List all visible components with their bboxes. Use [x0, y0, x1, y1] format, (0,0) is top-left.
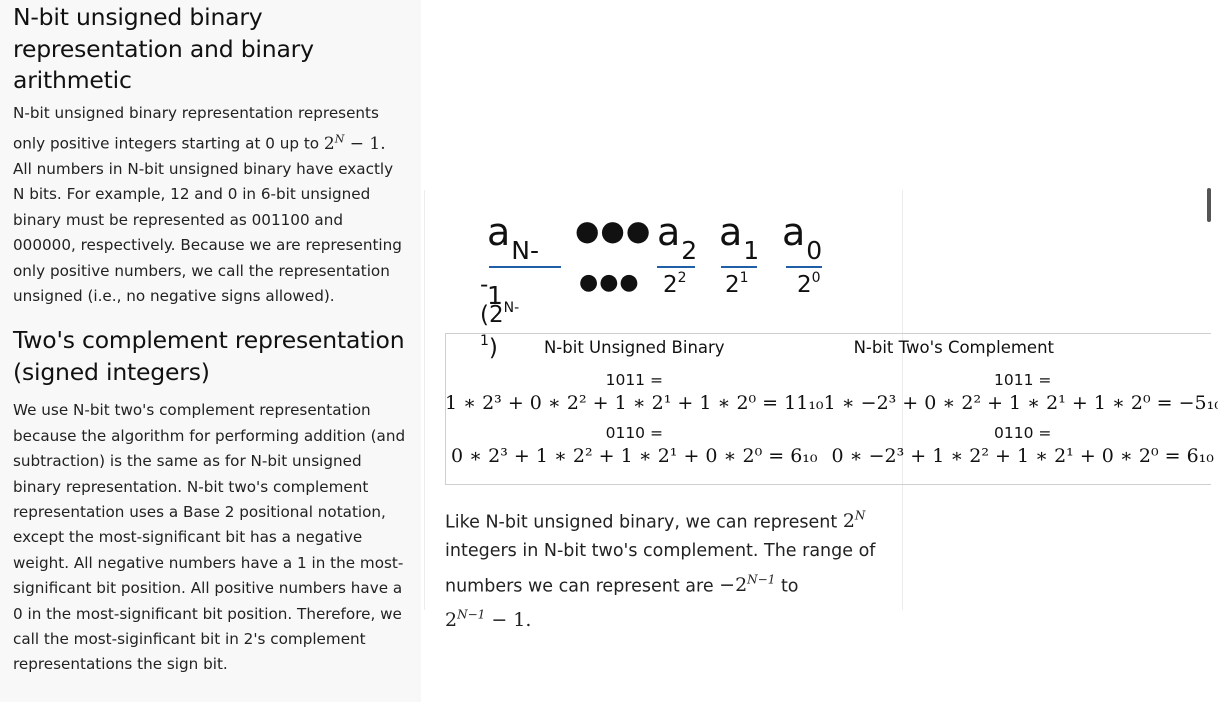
- range-math-min: −2N−1: [719, 572, 776, 597]
- range-note: Like N-bit unsigned binary, we can repre…: [445, 502, 885, 637]
- section-heading-twos-complement: Two's complement representation (signed …: [13, 326, 405, 386]
- cell-signed-label: 1011 =: [994, 371, 1052, 389]
- underline-a2: [657, 266, 695, 268]
- range-text-c: to: [775, 576, 799, 597]
- comparison-table: N-bit Unsigned Binary N-bit Two's Comple…: [445, 333, 1218, 469]
- cell-unsigned-label: 0110 =: [605, 424, 663, 442]
- section-heading-unsigned: N-bit unsigned binary representation and…: [13, 3, 314, 94]
- math-tail: − 1.: [344, 133, 386, 154]
- underline-msb: [489, 266, 561, 268]
- cell-signed-label: 0110 =: [994, 424, 1052, 442]
- table-row: 1011 = 1011 =: [445, 363, 1218, 390]
- cell-signed-math: 1 ∗ −2³ + 0 ∗ 2² + 1 ∗ 2¹ + 1 ∗ 2⁰ = −5₁…: [823, 392, 1218, 414]
- underline-a1: [721, 266, 757, 268]
- unsigned-text-b: All numbers in N-bit unsigned binary hav…: [13, 159, 402, 305]
- column-divider-left: [424, 190, 425, 610]
- bit-a2: a2: [657, 210, 698, 265]
- positional-notation-figure: aN-1 ●●● a2 a1 a0 -(2N-1) ●●● 22 21 20: [475, 210, 835, 361]
- table-row: 1 ∗ 2³ + 0 ∗ 2² + 1 ∗ 2¹ + 1 ∗ 2⁰ = 11₁₀…: [445, 390, 1218, 416]
- ellipsis-bottom: ●●●: [579, 270, 640, 295]
- weight-a2: 22: [663, 270, 687, 298]
- range-math-count: 2N: [842, 508, 866, 532]
- header-twos-complement: N-bit Two's Complement: [853, 338, 1054, 357]
- notes-panel: N-bit unsigned binary representation and…: [0, 0, 422, 702]
- max-value-math: 2N − 1.: [323, 131, 386, 154]
- table-header-row: N-bit Unsigned Binary N-bit Two's Comple…: [445, 333, 1218, 363]
- unsigned-description: N-bit unsigned binary representation rep…: [13, 101, 409, 310]
- twos-complement-description: We use N-bit two's complement representa…: [13, 401, 406, 674]
- math-exp: N: [334, 131, 345, 145]
- header-unsigned: N-bit Unsigned Binary: [543, 338, 725, 357]
- cell-signed-math: 0 ∗ −2³ + 1 ∗ 2² + 1 ∗ 2¹ + 0 ∗ 2⁰ = 6₁₀: [831, 445, 1214, 467]
- cell-unsigned-math: 1 ∗ 2³ + 0 ∗ 2² + 1 ∗ 2¹ + 1 ∗ 2⁰ = 11₁₀: [445, 392, 824, 414]
- scrollbar[interactable]: [1207, 188, 1211, 222]
- bit-a1: a1: [719, 210, 760, 265]
- range-math-max: 2N−1 − 1.: [445, 608, 532, 632]
- bit-a0: a0: [782, 210, 823, 265]
- table-row: 0110 = 0110 =: [445, 416, 1218, 443]
- math-base: 2: [323, 133, 335, 154]
- underline-a0: [786, 266, 822, 268]
- range-text-a: Like N-bit unsigned binary, we can repre…: [445, 511, 843, 532]
- weight-a0: 20: [797, 270, 821, 298]
- range-text-b: integers in N-bit two's complement. The …: [445, 540, 876, 597]
- weight-a1: 21: [725, 270, 749, 298]
- ellipsis-top: ●●●: [575, 214, 652, 247]
- table-row: 0 ∗ 2³ + 1 ∗ 2² + 1 ∗ 2¹ + 0 ∗ 2⁰ = 6₁₀ …: [445, 443, 1218, 469]
- cell-unsigned-label: 1011 =: [605, 371, 663, 389]
- cell-unsigned-math: 0 ∗ 2³ + 1 ∗ 2² + 1 ∗ 2¹ + 0 ∗ 2⁰ = 6₁₀: [451, 445, 818, 467]
